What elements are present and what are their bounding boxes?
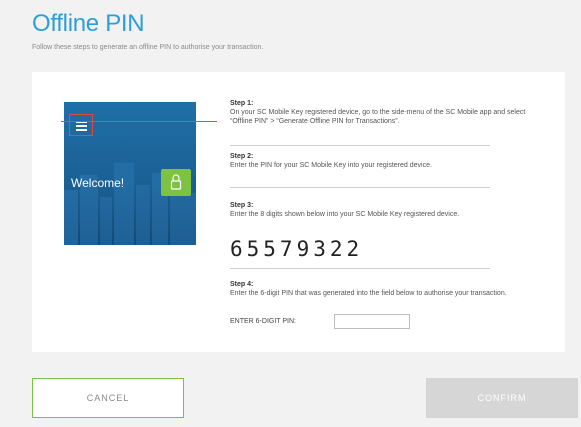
page-subtitle: Follow these steps to generate an offlin…: [32, 44, 264, 51]
step-3: Step 3: Enter the 8 digits shown below i…: [230, 202, 548, 219]
welcome-text: Welcome!: [71, 176, 125, 190]
divider: [230, 145, 490, 146]
offline-pin-digits: 65579322: [230, 237, 364, 261]
lock-icon: [161, 169, 191, 196]
step-2-label: Step 2:: [230, 153, 254, 160]
phone-illustration: Welcome!: [64, 102, 196, 245]
step-1: Step 1: On your SC Mobile Key registered…: [230, 100, 548, 126]
menu-icon: [69, 114, 93, 136]
step-2-desc: Enter the PIN for your SC Mobile Key int…: [230, 162, 432, 169]
confirm-button[interactable]: CONFIRM: [426, 378, 578, 418]
step-1-label: Step 1:: [230, 100, 254, 107]
cancel-button[interactable]: CANCEL: [32, 378, 184, 418]
pin-entry-row: ENTER 6-DIGIT PIN:: [230, 314, 410, 329]
step-4-label: Step 4:: [230, 281, 254, 288]
step-1-desc: On your SC Mobile Key registered device,…: [230, 109, 526, 125]
offline-pin-page: Offline PIN Follow these steps to genera…: [0, 0, 581, 427]
pointer-line: [61, 121, 217, 122]
step-3-desc: Enter the 8 digits shown below into your…: [230, 211, 460, 218]
step-2: Step 2: Enter the PIN for your SC Mobile…: [230, 153, 548, 170]
step-4-desc: Enter the 6-digit PIN that was generated…: [230, 290, 507, 297]
divider: [230, 268, 490, 269]
step-3-label: Step 3:: [230, 202, 254, 209]
pin-input-label: ENTER 6-DIGIT PIN:: [230, 318, 296, 325]
divider: [230, 187, 490, 188]
step-4: Step 4: Enter the 6-digit PIN that was g…: [230, 281, 548, 298]
pin-input[interactable]: [334, 314, 410, 329]
page-title: Offline PIN: [32, 10, 145, 37]
